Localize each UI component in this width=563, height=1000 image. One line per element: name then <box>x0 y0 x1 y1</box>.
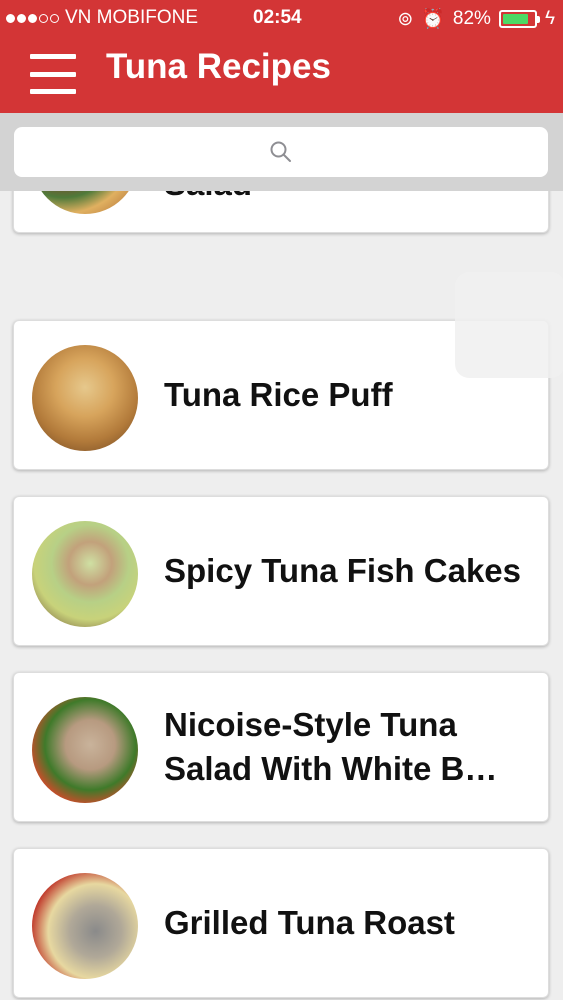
battery-percent: 82% <box>452 8 491 29</box>
assistive-touch-button[interactable] <box>455 272 563 378</box>
charging-icon: ϟ <box>544 8 555 29</box>
recipe-title: Grilled Tuna Roast <box>164 904 455 941</box>
recipe-thumbnail <box>32 873 138 979</box>
recipe-card[interactable]: Grilled Tuna Roast <box>13 848 549 998</box>
status-time: 02:54 <box>253 7 302 28</box>
recipe-title: Tuna Rice Puff <box>164 376 393 413</box>
status-bar: VN MOBIFONE 02:54 ⊚ ⏰ 82% ϟ <box>0 0 563 38</box>
navigation-bar: Tuna Recipes <box>0 38 563 113</box>
recipe-list[interactable]: Tuna and Mandarin Salad Tuna Rice Puff S… <box>0 113 563 1000</box>
orientation-lock-icon: ⊚ <box>397 8 414 30</box>
status-right: ⊚ ⏰ 82% ϟ <box>397 7 555 31</box>
carrier-name: VN MOBIFONE <box>65 7 199 28</box>
recipe-title: Nicoise-Style Tuna Salad With White B… <box>164 706 498 787</box>
battery-icon <box>498 10 540 28</box>
recipe-thumbnail <box>32 345 138 451</box>
recipe-thumbnail <box>32 697 138 803</box>
search-bar <box>0 113 563 191</box>
page-title: Tuna Recipes <box>106 47 331 86</box>
recipe-card[interactable]: Spicy Tuna Fish Cakes <box>13 496 549 646</box>
signal-strength-icon <box>6 13 59 23</box>
hamburger-menu-icon[interactable] <box>30 54 76 94</box>
recipe-card[interactable]: Nicoise-Style Tuna Salad With White B… <box>13 672 549 822</box>
search-input[interactable] <box>14 127 548 177</box>
recipe-title: Spicy Tuna Fish Cakes <box>164 552 522 589</box>
alarm-icon: ⏰ <box>421 9 445 30</box>
recipe-thumbnail <box>32 521 138 627</box>
search-icon <box>270 141 291 162</box>
carrier-info: VN MOBIFONE <box>6 7 198 29</box>
